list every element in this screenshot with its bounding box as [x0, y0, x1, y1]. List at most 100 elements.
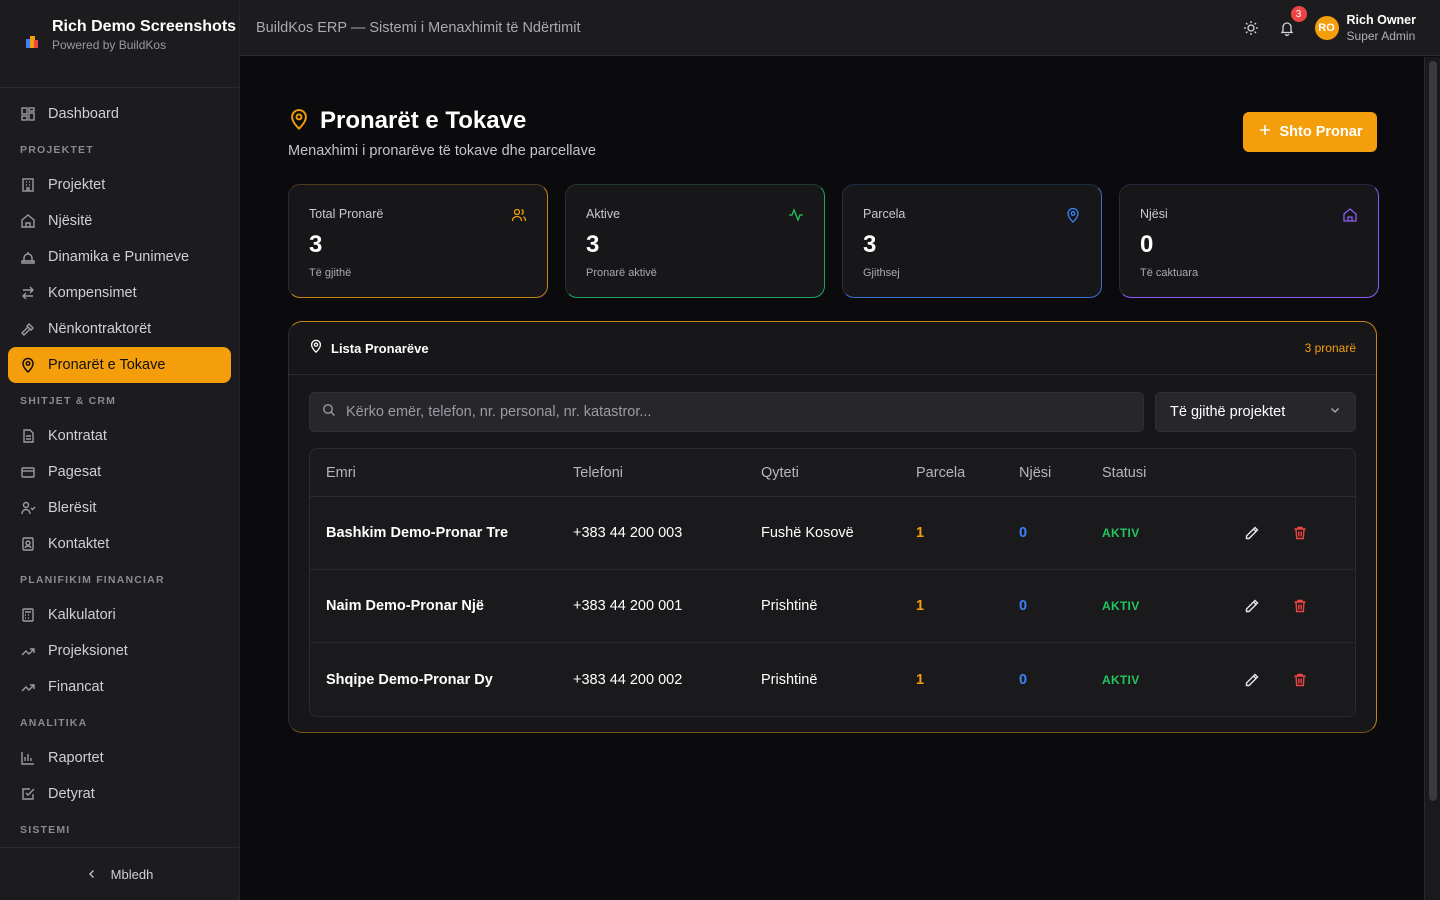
- sidebar-item-dashboard[interactable]: Dashboard: [8, 96, 231, 132]
- page-title: Pronarët e Tokave: [320, 107, 527, 134]
- delete-icon[interactable]: [1292, 598, 1308, 614]
- owner-parcels: 1: [916, 671, 925, 688]
- sidebar-item-kalkulatori[interactable]: Kalkulatori: [8, 597, 231, 633]
- stat-sub: Të gjithë: [309, 267, 352, 279]
- project-filter-select[interactable]: Të gjithë projektet: [1155, 392, 1356, 432]
- sidebar-item-detyrat[interactable]: Detyrat: [8, 776, 231, 812]
- stats-row: Total Pronarë 3 Të gjithë Aktive 3 Prona…: [288, 184, 1379, 298]
- column-header-emri[interactable]: Emri: [310, 465, 573, 481]
- sidebar-item-bleresit[interactable]: Blerësit: [8, 490, 231, 526]
- edit-icon[interactable]: [1244, 598, 1260, 614]
- column-header-njesi[interactable]: Njësi: [1019, 465, 1102, 481]
- stat-card-units: Njësi 0 Të caktuara: [1119, 184, 1379, 298]
- sidebar-nav: Dashboard PROJEKTET Projektet Njësitë Di…: [0, 88, 239, 847]
- avatar[interactable]: RO: [1314, 16, 1339, 40]
- owners-list-card: Lista Pronarëve 3 pronarë Të gjithë proj…: [288, 321, 1377, 733]
- edit-icon[interactable]: [1244, 672, 1260, 688]
- file-icon: [20, 428, 36, 444]
- owner-units: 0: [1019, 598, 1028, 614]
- column-header-telefoni[interactable]: Telefoni: [573, 465, 761, 481]
- owners-count: 3 pronarë: [1304, 341, 1356, 355]
- stat-label: Total Pronarë: [309, 207, 384, 221]
- bell-icon[interactable]: 3: [1277, 6, 1307, 38]
- sidebar-item-kompensimet[interactable]: Kompensimet: [8, 275, 231, 311]
- delete-icon[interactable]: [1292, 525, 1308, 541]
- sidebar-item-label: Dinamika e Punimeve: [48, 249, 190, 265]
- owner-units: 0: [1019, 525, 1028, 541]
- list-header: Lista Pronarëve 3 pronarë: [289, 322, 1376, 375]
- home-icon: [20, 213, 36, 229]
- brand[interactable]: Rich Demo Screenshots Powered by BuildKo…: [0, 0, 239, 88]
- sidebar-item-label: Blerësit: [48, 500, 97, 516]
- header-title: BuildKos ERP — Sistemi i Menaxhimit të N…: [256, 19, 581, 36]
- map-pin-icon: [1065, 207, 1081, 223]
- sidebar-item-raportet[interactable]: Raportet: [8, 740, 231, 776]
- sidebar-item-label: Nënkontraktorët: [48, 321, 152, 337]
- owner-city: Prishtinë: [761, 598, 818, 614]
- map-pin-icon: [20, 357, 36, 373]
- main-content: Pronarët e Tokave Menaxhimi i pronarëve …: [240, 57, 1424, 900]
- main-scrollbar[interactable]: [1424, 57, 1440, 900]
- check-square-icon: [20, 786, 36, 802]
- sidebar-item-kontaktet[interactable]: Kontaktet: [8, 526, 231, 562]
- sidebar-item-label: Projektet: [48, 177, 106, 193]
- sidebar-section-title: ANALITIKA: [20, 716, 88, 729]
- table-row[interactable]: Bashkim Demo-Pronar Tre +383 44 200 003 …: [310, 497, 1355, 570]
- sidebar-item-pronaret[interactable]: Pronarët e Tokave: [8, 347, 231, 383]
- sidebar-item-projeksionet[interactable]: Projeksionet: [8, 633, 231, 669]
- stat-sub: Pronarë aktivë: [586, 267, 657, 279]
- arrows-icon: [20, 285, 36, 301]
- trend-icon: [20, 679, 36, 695]
- sidebar-item-financat[interactable]: Financat: [8, 669, 231, 705]
- sidebar-item-njesite[interactable]: Njësitë: [8, 203, 231, 239]
- stat-value: 0: [1140, 231, 1154, 258]
- theme-toggle-sun-icon[interactable]: [1241, 18, 1261, 38]
- brand-name: Rich Demo Screenshots: [52, 18, 237, 35]
- sidebar-item-nenkontraktoret[interactable]: Nënkontraktorët: [8, 311, 231, 347]
- search-input[interactable]: [346, 404, 1126, 420]
- sidebar-item-kontratat[interactable]: Kontratat: [8, 418, 231, 454]
- sidebar-item-label: Detyrat: [48, 786, 95, 802]
- sidebar-section-title: SISTEMI: [20, 823, 71, 836]
- stat-card-parcels: Parcela 3 Gjithsej: [842, 184, 1102, 298]
- collapse-label: Mbledh: [110, 866, 154, 882]
- grid-icon: [20, 106, 36, 122]
- table-header: Emri Telefoni Qyteti Parcela Njësi Statu…: [310, 449, 1355, 497]
- add-owner-button[interactable]: Shto Pronar: [1243, 112, 1377, 152]
- sidebar-item-label: Kompensimet: [48, 285, 137, 301]
- column-header-statusi[interactable]: Statusi: [1102, 465, 1232, 481]
- sidebar-item-label: Projeksionet: [48, 643, 128, 659]
- trend-icon: [20, 643, 36, 659]
- user-menu[interactable]: Rich Owner Super Admin: [1347, 13, 1416, 44]
- stat-label: Parcela: [863, 207, 906, 221]
- status-badge: AKTIV: [1102, 526, 1140, 540]
- sidebar-item-projektet[interactable]: Projektet: [8, 167, 231, 203]
- owner-city: Fushë Kosovë: [761, 525, 854, 541]
- edit-icon[interactable]: [1244, 525, 1260, 541]
- column-header-parcela[interactable]: Parcela: [916, 465, 1019, 481]
- sidebar-item-label: Kontaktet: [48, 536, 110, 552]
- chevron-down-icon: [1329, 404, 1341, 420]
- status-badge: AKTIV: [1102, 599, 1140, 613]
- sidebar-item-pagesat[interactable]: Pagesat: [8, 454, 231, 490]
- sidebar-item-label: Njësitë: [48, 213, 93, 229]
- construction-icon: [20, 249, 36, 265]
- contact-icon: [20, 536, 36, 552]
- stat-label: Njësi: [1140, 207, 1168, 221]
- table-row[interactable]: Shqipe Demo-Pronar Dy +383 44 200 002 Pr…: [310, 643, 1355, 716]
- sidebar-section-title: PLANIFIKIM FINANCIAR: [20, 573, 165, 586]
- sidebar-item-label: Pagesat: [48, 464, 102, 480]
- stat-value: 3: [309, 231, 323, 258]
- collapse-button[interactable]: Mbledh: [0, 847, 240, 900]
- column-header-qyteti[interactable]: Qyteti: [761, 465, 916, 481]
- activity-icon: [788, 207, 804, 223]
- user-name: Rich Owner: [1346, 12, 1416, 27]
- delete-icon[interactable]: [1292, 672, 1308, 688]
- scrollbar-thumb[interactable]: [1429, 61, 1437, 801]
- table-row[interactable]: Naim Demo-Pronar Një +383 44 200 001 Pri…: [310, 570, 1355, 643]
- search-box[interactable]: [309, 392, 1144, 432]
- sidebar-item-dinamika[interactable]: Dinamika e Punimeve: [8, 239, 231, 275]
- brand-logo-icon: [20, 30, 44, 54]
- map-pin-icon: [309, 339, 323, 358]
- owner-name: Shqipe Demo-Pronar Dy: [326, 671, 493, 688]
